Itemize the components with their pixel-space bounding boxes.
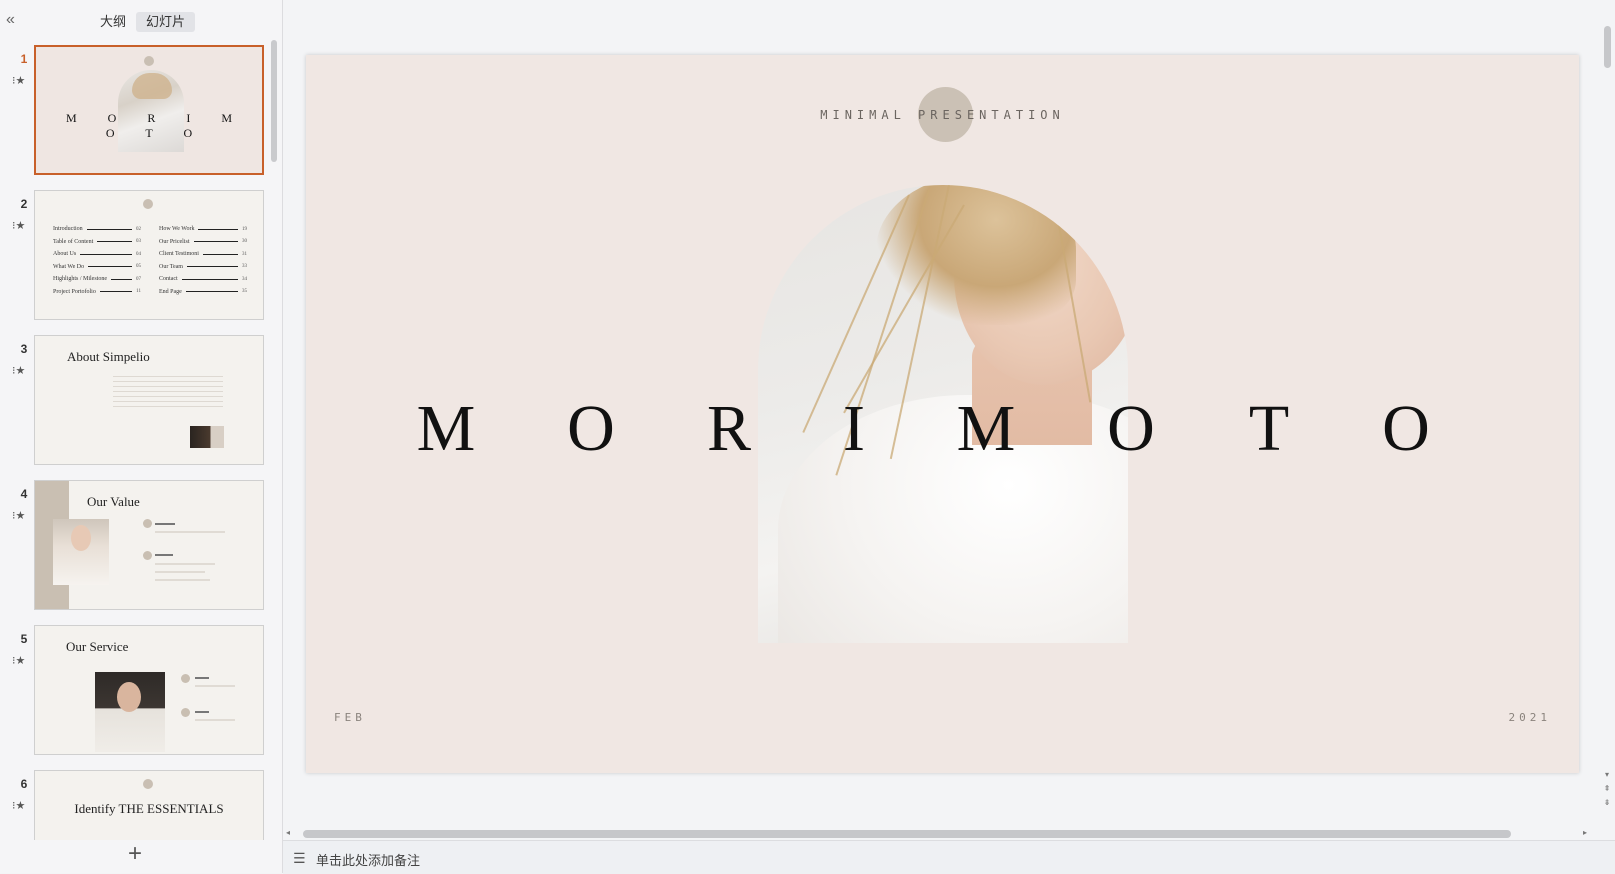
title-letter: T (1248, 392, 1290, 465)
editor-area: MINIMAL PRESENTATION M O R I M O T O FEB… (283, 0, 1615, 874)
thumbnail-text-line (195, 677, 209, 679)
slide-row-6: 6 ⁝★ Identify THE ESSENTIALS (0, 765, 270, 840)
notes-placeholder[interactable]: 单击此处添加备注 (316, 850, 420, 869)
thumbnail-text-line (195, 719, 235, 721)
thumbnail-text-line (155, 523, 175, 525)
tab-slides[interactable]: 幻灯片 (136, 12, 196, 32)
slide-panel: « 大纲 幻灯片 1 ⁝★ M O R I M O T O 2 ⁝★ Intro… (0, 0, 283, 873)
slide-row-5: 5 ⁝★ Our Service (0, 620, 270, 756)
previous-page-icon[interactable]: ⇞ (1601, 784, 1613, 794)
slide-number: 3 (20, 342, 28, 356)
collapse-panel-icon[interactable]: « (6, 12, 24, 30)
thumbnail-scrollbar[interactable] (271, 40, 277, 162)
horizontal-scrollbar-thumb[interactable] (303, 830, 1511, 838)
toc-item: About Us 04 (53, 251, 141, 258)
thumbnail-text-line (155, 579, 210, 581)
slide-row-3: 3 ⁝★ About Simpelio (0, 330, 270, 466)
thumbnail-text-line (155, 571, 205, 573)
animation-star-icon: ⁝★ (12, 510, 26, 522)
notes-icon: ☰ (293, 850, 306, 866)
accent-circle (143, 199, 153, 209)
animation-star-icon: ⁝★ (12, 365, 26, 377)
horizontal-scrollbar[interactable]: ◂ ▸ (283, 826, 1601, 840)
toc-item: End Page 35 (159, 288, 247, 295)
slide-number: 2 (20, 197, 28, 211)
next-page-icon[interactable]: ⇟ (1601, 798, 1613, 808)
title-letter: R (706, 392, 752, 465)
thumbnail-text-line (195, 711, 209, 713)
slide-title: M O R I M O T O (306, 391, 1579, 471)
title-letter: M (956, 392, 1016, 465)
slide-thumbnail-5[interactable]: Our Service (34, 625, 264, 755)
slide-thumbnail-4[interactable]: Our Value (34, 480, 264, 610)
slide-thumbnail-3[interactable]: About Simpelio (34, 335, 264, 465)
toc-item: Highlights / Milestone 07 (53, 276, 141, 283)
thumbnail-text-line (155, 563, 215, 565)
bullet-dot (181, 708, 190, 717)
thumbnail-title: M O R I M O T O (65, 111, 246, 140)
thumbnail-body-text (113, 376, 223, 410)
slide-row-1: 1 ⁝★ M O R I M O T O (0, 40, 270, 176)
bullet-dot (143, 551, 152, 560)
title-letter: I (843, 392, 865, 465)
title-letter: O (1107, 392, 1155, 465)
toc-item: Our Team 33 (159, 263, 247, 270)
slide-thumbnail-6[interactable]: Identify THE ESSENTIALS (34, 770, 264, 840)
scroll-left-icon[interactable]: ◂ (286, 828, 290, 837)
slide-number: 5 (20, 632, 28, 646)
accent-circle (144, 56, 154, 66)
slide-row-2: 2 ⁝★ Introduction 02 Table of Content 03 A… (0, 185, 270, 321)
thumbnail-photo-detail (71, 525, 91, 551)
vertical-scrollbar-thumb[interactable] (1604, 26, 1611, 68)
slide-row-4: 4 ⁝★ Our Value (0, 475, 270, 611)
toc-item: Contact 34 (159, 276, 247, 283)
notes-bar[interactable]: ☰ 单击此处添加备注 (283, 840, 1615, 874)
bullet-dot (181, 674, 190, 683)
title-letter: O (567, 392, 615, 465)
toc-column-left: Introduction 02 Table of Content 03 About … (53, 223, 141, 298)
toc-item: How We Work 19 (159, 226, 247, 233)
tab-outline[interactable]: 大纲 (90, 12, 136, 32)
toc-item: Client Testimoni 31 (159, 251, 247, 258)
add-slide-icon[interactable]: + (128, 842, 142, 866)
thumbnail-heading: Our Service (66, 639, 129, 654)
animation-star-icon: ⁝★ (12, 220, 26, 232)
thumbnail-photo-detail (117, 682, 141, 712)
animation-star-icon: ⁝★ (12, 75, 26, 87)
slide-number: 4 (20, 487, 28, 501)
slide-footer-year: 2021 (1508, 711, 1551, 724)
animation-star-icon: ⁝★ (12, 800, 26, 812)
slide-thumbnail-1[interactable]: M O R I M O T O (34, 45, 264, 175)
title-letter: M (416, 392, 476, 465)
slide-subtitle: MINIMAL PRESENTATION (820, 108, 1065, 122)
slide-number: 1 (20, 52, 28, 66)
slide-canvas[interactable]: MINIMAL PRESENTATION M O R I M O T O FEB… (306, 55, 1579, 773)
toc-item: Our Pricelist 30 (159, 238, 247, 245)
thumbnail-heading: About Simpelio (67, 349, 150, 364)
thumbnail-heading: Identify THE ESSENTIALS (74, 801, 224, 816)
scroll-right-icon[interactable]: ▸ (1583, 828, 1587, 837)
title-letter: O (1382, 392, 1430, 465)
toc-item: What We Do 05 (53, 263, 141, 270)
thumbnail-text-line (195, 685, 235, 687)
thumbnail-text-line (155, 531, 225, 533)
toc-column-right: How We Work 19 Our Pricelist 30 Client Tes… (159, 223, 247, 298)
animation-star-icon: ⁝★ (12, 655, 26, 667)
thumbnail-photo-detail (132, 73, 172, 99)
thumbnail-heading: Our Value (87, 494, 140, 509)
accent-circle (143, 779, 153, 789)
toc-item: Table of Content 03 (53, 238, 141, 245)
slide-number: 6 (20, 777, 28, 791)
toc-item: Introduction 02 (53, 226, 141, 233)
slide-thumbnail-list: 1 ⁝★ M O R I M O T O 2 ⁝★ Introduction 02… (0, 40, 282, 840)
slide-thumbnail-2[interactable]: Introduction 02 Table of Content 03 About … (34, 190, 264, 320)
slide-footer-month: FEB (334, 711, 366, 724)
toc-item: Project Portofolio 11 (53, 288, 141, 295)
bullet-dot (143, 519, 152, 528)
scroll-down-icon[interactable]: ▾ (1601, 770, 1613, 780)
vertical-scrollbar[interactable]: ▾ ⇞ ⇟ (1600, 0, 1614, 815)
thumbnail-photo (190, 426, 224, 448)
thumbnail-text-line (155, 554, 173, 556)
